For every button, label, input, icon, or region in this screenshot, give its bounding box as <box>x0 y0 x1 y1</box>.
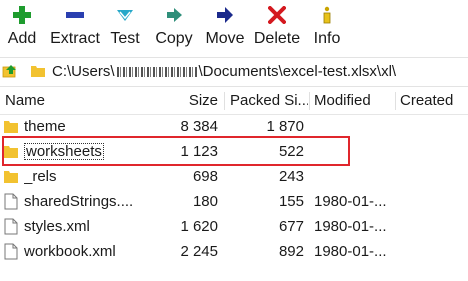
move-button[interactable]: Move <box>204 0 246 54</box>
extract-label: Extract <box>50 30 100 47</box>
file-name-focused: worksheets <box>24 143 104 160</box>
file-name: sharedStrings.... <box>24 193 134 210</box>
plus-icon <box>13 6 31 24</box>
file-size: 180 <box>192 193 218 210</box>
delete-button[interactable]: Delete <box>252 0 302 54</box>
folder-icon <box>4 146 18 158</box>
redacted-username <box>116 67 197 78</box>
file-packed-size: 155 <box>278 193 304 210</box>
file-row-workbook[interactable]: workbook.xml 2 245 892 1980-01-... <box>0 239 468 264</box>
column-created-header[interactable]: Created <box>400 88 468 114</box>
file-size: 8 384 <box>180 118 218 135</box>
column-modified-header[interactable]: Modified <box>314 88 394 114</box>
column-name-header[interactable]: Name <box>5 88 155 114</box>
path-suffix: \Documents\excel-test.xlsx\xl\ <box>198 63 397 80</box>
file-modified: 1980-01-... <box>314 193 387 210</box>
add-button[interactable]: Add <box>2 0 42 54</box>
file-packed-size: 892 <box>278 243 304 260</box>
column-divider[interactable] <box>224 92 225 110</box>
column-divider[interactable] <box>309 92 310 110</box>
test-label: Test <box>110 30 140 47</box>
file-name: _rels <box>24 168 57 185</box>
file-size: 1 123 <box>180 143 218 160</box>
folder-icon <box>31 66 45 77</box>
folder-icon <box>4 121 18 133</box>
check-icon <box>117 10 133 21</box>
extract-button[interactable]: Extract <box>48 0 102 54</box>
move-label: Move <box>205 30 245 47</box>
column-divider[interactable] <box>395 92 396 110</box>
path-prefix: C:\Users\ <box>52 63 115 80</box>
test-button[interactable]: Test <box>106 0 144 54</box>
move-arrow-icon <box>217 7 233 23</box>
copy-arrow-icon <box>167 8 182 22</box>
file-packed-size: 522 <box>278 143 304 160</box>
add-label: Add <box>7 30 37 47</box>
copy-label: Copy <box>155 30 193 47</box>
file-modified <box>314 164 390 189</box>
file-row-rels[interactable]: _rels 698 243 <box>0 164 468 189</box>
file-icon <box>4 218 18 235</box>
up-folder-icon[interactable] <box>2 63 18 79</box>
folder-icon <box>4 171 18 183</box>
file-row-theme[interactable]: theme 8 384 1 870 <box>0 114 468 139</box>
file-row-sharedstrings[interactable]: sharedStrings.... 180 155 1980-01-... <box>0 189 468 214</box>
file-row-styles[interactable]: styles.xml 1 620 677 1980-01-... <box>0 214 468 239</box>
toolbar: Add Extract Test Copy Move Delete Info <box>0 0 468 54</box>
file-packed-size: 1 870 <box>266 118 304 135</box>
info-label: Info <box>313 30 341 47</box>
copy-button[interactable]: Copy <box>152 0 196 54</box>
file-modified: 1980-01-... <box>314 218 387 235</box>
file-size: 698 <box>192 168 218 185</box>
delete-label: Delete <box>253 30 301 47</box>
address-bar[interactable]: C:\Users\ \Documents\excel-test.xlsx\xl\ <box>0 57 468 87</box>
file-modified <box>314 139 390 164</box>
file-name: workbook.xml <box>24 243 116 260</box>
column-packed-header[interactable]: Packed Si... <box>230 88 308 114</box>
info-icon <box>323 6 331 24</box>
column-size-header[interactable]: Size <box>170 88 218 114</box>
file-packed-size: 677 <box>278 218 304 235</box>
column-header: Name Size Packed Si... Modified Created <box>0 88 468 115</box>
file-icon <box>4 243 18 260</box>
file-name: theme <box>24 118 66 135</box>
delete-x-icon <box>268 6 286 24</box>
minus-icon <box>66 12 84 18</box>
file-modified: 1980-01-... <box>314 243 387 260</box>
file-name: worksheets <box>24 139 184 164</box>
file-packed-size: 243 <box>278 168 304 185</box>
path-text[interactable]: C:\Users\ \Documents\excel-test.xlsx\xl\ <box>52 62 396 82</box>
file-name: styles.xml <box>24 218 90 235</box>
file-row-worksheets[interactable]: worksheets 1 123 522 <box>0 139 468 164</box>
file-icon <box>4 193 18 210</box>
info-button[interactable]: Info <box>310 0 344 54</box>
file-size: 1 620 <box>180 218 218 235</box>
file-modified <box>314 114 390 139</box>
file-size: 2 245 <box>180 243 218 260</box>
